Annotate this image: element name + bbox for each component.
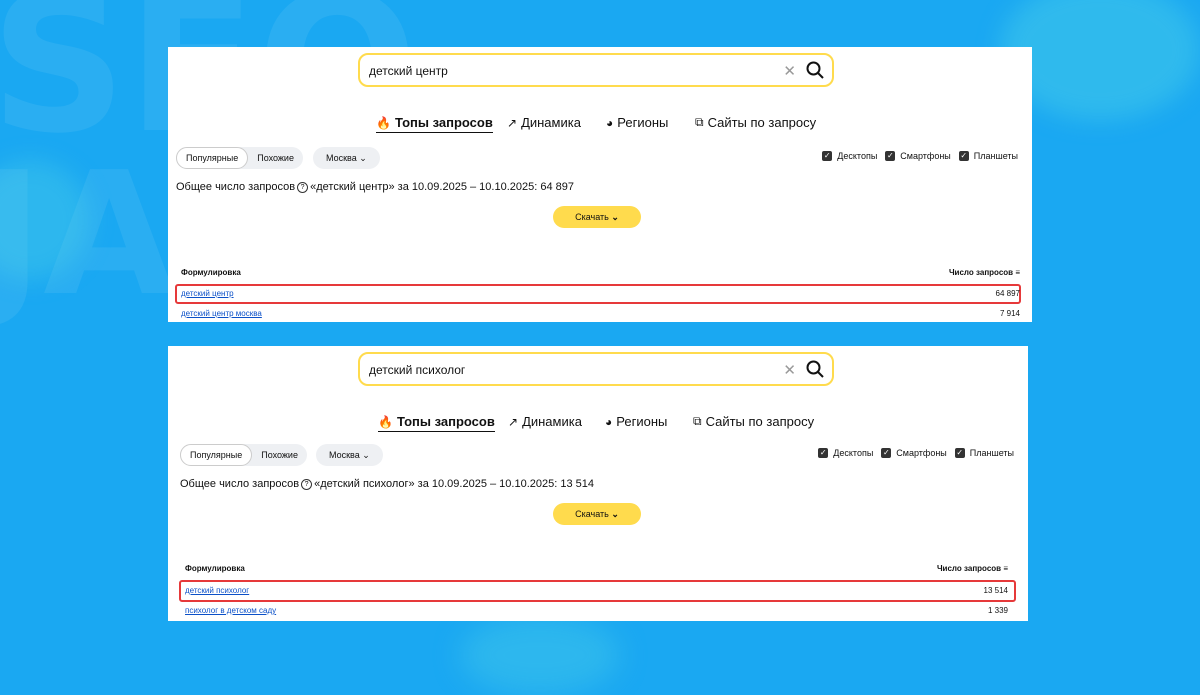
search-box[interactable]: детский центр ✕ [358,53,834,87]
sort-icon: ≡ [1015,268,1020,277]
tab-top-queries[interactable]: 🔥 Топы запросов [378,414,495,432]
tabs: 🔥 Топы запросов ↗ Динамика ◕ Регионы ⧉ Сайты… [168,414,1028,436]
globe-icon: ◕ [605,414,613,429]
toggle-similar[interactable]: Похожие [252,444,307,466]
region-dropdown[interactable]: Москва ⌄ [313,147,380,169]
chevron-down-icon: ⌄ [611,509,619,519]
column-phrase: Формулировка [181,268,241,277]
check-icon: ✓ [885,151,896,161]
search-icon[interactable] [806,360,824,383]
query-link[interactable]: детский центр москва [181,309,262,318]
tabs: 🔥 Топы запросов ↗ Динамика ◕ Регионы ⧉ Сайты… [168,115,1032,137]
chevron-down-icon: ⌄ [362,450,370,460]
query-count: 1 339 [987,606,1008,615]
table-header: Формулировка Число запросов ≡ [185,564,1008,573]
checkbox-tablets[interactable]: ✓ Планшеты [954,448,1014,458]
column-count[interactable]: Число запросов ≡ [937,564,1008,573]
search-input[interactable]: детский центр [369,64,448,78]
query-count: 13 514 [983,586,1008,595]
globe-icon: ◕ [606,115,614,130]
query-count: 7 914 [999,309,1020,318]
query-link[interactable]: детский центр [181,289,234,298]
external-link-icon: ⧉ [693,414,702,428]
trend-icon: ↗ [507,115,518,130]
background-glow [460,615,620,695]
download-button[interactable]: Скачать ⌄ [553,206,641,228]
column-phrase: Формулировка [185,564,245,573]
checkbox-desktop[interactable]: ✓ Десктопы [822,151,877,161]
trend-icon: ↗ [508,414,519,429]
checkbox-smartphones[interactable]: ✓ Смартфоны [885,151,951,161]
toggle-similar[interactable]: Похожие [248,147,303,169]
table-row: детский центр 64 897 [181,287,1020,301]
tab-regions[interactable]: ◕ Регионы [606,115,668,130]
region-dropdown[interactable]: Москва ⌄ [316,444,383,466]
device-filters: ✓ Десктопы ✓ Смартфоны ✓ Планшеты [822,151,1018,161]
tab-dynamics[interactable]: ↗ Динамика [508,414,582,429]
check-icon: ✓ [822,151,833,161]
tab-sites[interactable]: ⧉ Сайты по запросу [695,115,816,130]
toggle-popular[interactable]: Популярные [176,147,249,169]
check-icon: ✓ [881,448,892,458]
query-link[interactable]: детский психолог [185,586,249,595]
query-count: 64 897 [995,289,1020,298]
flame-icon: 🔥 [378,414,393,429]
search-box[interactable]: детский психолог ✕ [358,352,834,386]
tab-top-queries[interactable]: 🔥 Топы запросов [376,115,493,133]
sort-icon: ≡ [1003,564,1008,573]
close-icon[interactable]: ✕ [783,62,796,80]
close-icon[interactable]: ✕ [783,361,796,379]
check-icon: ✓ [958,151,969,161]
background-glow [0,160,90,280]
table-row: детский центр москва 7 914 [181,307,1020,321]
checkbox-smartphones[interactable]: ✓ Смартфоны [881,448,947,458]
help-icon[interactable]: ? [301,479,313,490]
search-input[interactable]: детский психолог [369,363,465,377]
table-row: детский психолог 13 514 [185,584,1008,598]
background-text-ja: JA [0,136,175,334]
external-link-icon: ⧉ [695,115,704,129]
search-icon[interactable] [806,61,824,84]
table-row: психолог в детском саду 1 339 [185,604,1008,618]
tab-regions[interactable]: ◕ Регионы [605,414,667,429]
chevron-down-icon: ⌄ [359,153,367,163]
download-button[interactable]: Скачать ⌄ [553,503,641,525]
chevron-down-icon: ⌄ [611,212,619,222]
help-icon[interactable]: ? [297,182,309,193]
query-link[interactable]: психолог в детском саду [185,606,276,615]
wordstat-panel-1: детский центр ✕ 🔥 Топы запросов ↗ Динамика… [168,47,1032,322]
total-queries: Общее число запросов? «детский психолог» … [180,478,594,490]
flame-icon: 🔥 [376,115,391,130]
checkbox-tablets[interactable]: ✓ Планшеты [958,151,1018,161]
popular-similar-toggle: Популярные Похожие [180,444,307,466]
popular-similar-toggle: Популярные Похожие [176,147,303,169]
column-count[interactable]: Число запросов ≡ [949,268,1020,277]
device-filters: ✓ Десктопы ✓ Смартфоны ✓ Планшеты [818,448,1014,458]
table-header: Формулировка Число запросов ≡ [181,268,1020,277]
check-icon: ✓ [818,448,829,458]
tab-sites[interactable]: ⧉ Сайты по запросу [693,414,814,429]
check-icon: ✓ [954,448,965,458]
tab-dynamics[interactable]: ↗ Динамика [507,115,581,130]
wordstat-panel-2: детский психолог ✕ 🔥 Топы запросов ↗ Динам… [168,346,1028,621]
total-queries: Общее число запросов? «детский центр» за … [176,181,574,193]
toggle-popular[interactable]: Популярные [180,444,253,466]
checkbox-desktop[interactable]: ✓ Десктопы [818,448,873,458]
